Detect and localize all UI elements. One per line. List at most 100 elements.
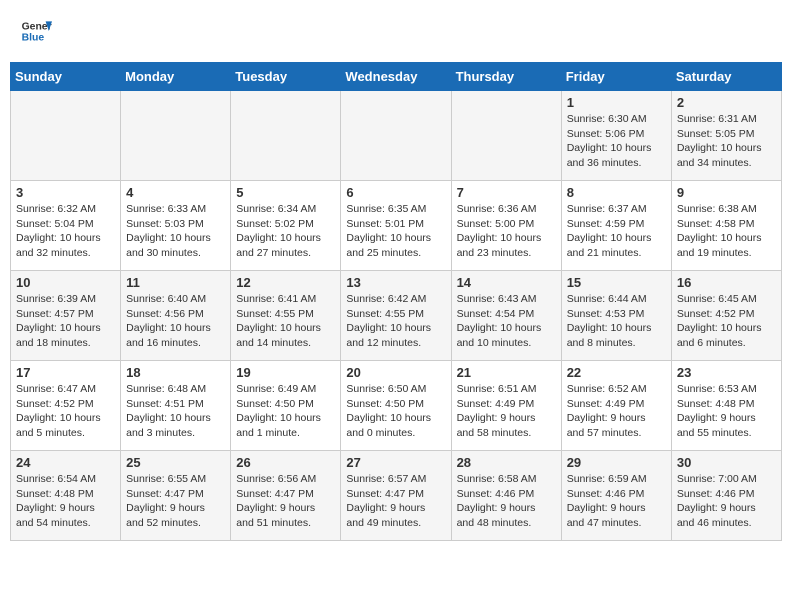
day-number: 19 xyxy=(236,365,335,380)
day-info: Sunrise: 6:51 AM Sunset: 4:49 PM Dayligh… xyxy=(457,382,556,441)
calendar-cell: 20 Sunrise: 6:50 AM Sunset: 4:50 PM Dayli… xyxy=(341,361,451,451)
day-info: Sunrise: 6:53 AM Sunset: 4:48 PM Dayligh… xyxy=(677,382,776,441)
calendar-cell: 25Sunrise: 6:55 AM Sunset: 4:47 PM Dayli… xyxy=(121,451,231,541)
calendar-cell xyxy=(341,91,451,181)
calendar-week-row: 1 Sunrise: 6:30 AM Sunset: 5:06 PM Daylig… xyxy=(11,91,782,181)
day-number: 30 xyxy=(677,455,776,470)
calendar-cell: 28Sunrise: 6:58 AM Sunset: 4:46 PM Dayli… xyxy=(451,451,561,541)
calendar-cell: 12 Sunrise: 6:41 AM Sunset: 4:55 PM Dayli… xyxy=(231,271,341,361)
day-number: 11 xyxy=(126,275,225,290)
calendar-cell: 15 Sunrise: 6:44 AM Sunset: 4:53 PM Dayli… xyxy=(561,271,671,361)
day-number: 3 xyxy=(16,185,115,200)
calendar-cell: 22 Sunrise: 6:52 AM Sunset: 4:49 PM Dayli… xyxy=(561,361,671,451)
calendar-cell: 1 Sunrise: 6:30 AM Sunset: 5:06 PM Daylig… xyxy=(561,91,671,181)
day-info: Sunrise: 6:52 AM Sunset: 4:49 PM Dayligh… xyxy=(567,382,666,441)
day-number: 16 xyxy=(677,275,776,290)
day-number: 6 xyxy=(346,185,445,200)
calendar-cell: 30 Sunrise: 7:00 AM Sunset: 4:46 PM Dayli… xyxy=(671,451,781,541)
calendar-cell xyxy=(11,91,121,181)
calendar-cell: 10Sunrise: 6:39 AM Sunset: 4:57 PM Dayli… xyxy=(11,271,121,361)
svg-text:Blue: Blue xyxy=(22,33,45,44)
day-number: 26 xyxy=(236,455,335,470)
calendar-cell: 21 Sunrise: 6:51 AM Sunset: 4:49 PM Dayli… xyxy=(451,361,561,451)
day-info: Sunrise: 6:34 AM Sunset: 5:02 PM Dayligh… xyxy=(236,202,335,261)
calendar-cell: 6 Sunrise: 6:35 AM Sunset: 5:01 PM Daylig… xyxy=(341,181,451,271)
weekday-header: Wednesday xyxy=(341,63,451,91)
day-number: 8 xyxy=(567,185,666,200)
day-info: Sunrise: 7:00 AM Sunset: 4:46 PM Dayligh… xyxy=(677,472,776,531)
day-info: Sunrise: 6:36 AM Sunset: 5:00 PM Dayligh… xyxy=(457,202,556,261)
calendar-cell: 19 Sunrise: 6:49 AM Sunset: 4:50 PM Dayli… xyxy=(231,361,341,451)
calendar-week-row: 17Sunrise: 6:47 AM Sunset: 4:52 PM Dayli… xyxy=(11,361,782,451)
day-number: 27 xyxy=(346,455,445,470)
day-number: 22 xyxy=(567,365,666,380)
calendar-cell: 11Sunrise: 6:40 AM Sunset: 4:56 PM Dayli… xyxy=(121,271,231,361)
day-info: Sunrise: 6:48 AM Sunset: 4:51 PM Dayligh… xyxy=(126,382,225,441)
day-info: Sunrise: 6:33 AM Sunset: 5:03 PM Dayligh… xyxy=(126,202,225,261)
calendar-cell xyxy=(231,91,341,181)
calendar-week-row: 3 Sunrise: 6:32 AM Sunset: 5:04 PM Daylig… xyxy=(11,181,782,271)
day-number: 18 xyxy=(126,365,225,380)
calendar-week-row: 24 Sunrise: 6:54 AM Sunset: 4:48 PM Dayli… xyxy=(11,451,782,541)
weekday-header: Saturday xyxy=(671,63,781,91)
day-info: Sunrise: 6:54 AM Sunset: 4:48 PM Dayligh… xyxy=(16,472,115,531)
day-number: 13 xyxy=(346,275,445,290)
day-info: Sunrise: 6:38 AM Sunset: 4:58 PM Dayligh… xyxy=(677,202,776,261)
calendar-cell: 2Sunrise: 6:31 AM Sunset: 5:05 PM Daylig… xyxy=(671,91,781,181)
logo: General Blue xyxy=(20,15,52,47)
day-number: 24 xyxy=(16,455,115,470)
weekday-header: Tuesday xyxy=(231,63,341,91)
logo-icon: General Blue xyxy=(20,15,52,47)
day-info: Sunrise: 6:32 AM Sunset: 5:04 PM Dayligh… xyxy=(16,202,115,261)
calendar-cell: 8 Sunrise: 6:37 AM Sunset: 4:59 PM Daylig… xyxy=(561,181,671,271)
page-header: General Blue xyxy=(10,10,782,52)
calendar-week-row: 10Sunrise: 6:39 AM Sunset: 4:57 PM Dayli… xyxy=(11,271,782,361)
weekday-header: Friday xyxy=(561,63,671,91)
day-info: Sunrise: 6:43 AM Sunset: 4:54 PM Dayligh… xyxy=(457,292,556,351)
day-info: Sunrise: 6:30 AM Sunset: 5:06 PM Dayligh… xyxy=(567,112,666,171)
day-number: 1 xyxy=(567,95,666,110)
day-number: 4 xyxy=(126,185,225,200)
weekday-header: Thursday xyxy=(451,63,561,91)
day-number: 15 xyxy=(567,275,666,290)
day-number: 5 xyxy=(236,185,335,200)
day-info: Sunrise: 6:56 AM Sunset: 4:47 PM Dayligh… xyxy=(236,472,335,531)
day-number: 12 xyxy=(236,275,335,290)
calendar-cell: 26 Sunrise: 6:56 AM Sunset: 4:47 PM Dayli… xyxy=(231,451,341,541)
calendar-table: SundayMondayTuesdayWednesdayThursdayFrid… xyxy=(10,62,782,541)
day-number: 21 xyxy=(457,365,556,380)
day-info: Sunrise: 6:39 AM Sunset: 4:57 PM Dayligh… xyxy=(16,292,115,351)
day-info: Sunrise: 6:44 AM Sunset: 4:53 PM Dayligh… xyxy=(567,292,666,351)
day-number: 29 xyxy=(567,455,666,470)
day-number: 2 xyxy=(677,95,776,110)
day-info: Sunrise: 6:55 AM Sunset: 4:47 PM Dayligh… xyxy=(126,472,225,531)
calendar-cell: 29 Sunrise: 6:59 AM Sunset: 4:46 PM Dayli… xyxy=(561,451,671,541)
weekday-header: Sunday xyxy=(11,63,121,91)
calendar-cell: 5 Sunrise: 6:34 AM Sunset: 5:02 PM Daylig… xyxy=(231,181,341,271)
weekday-header-row: SundayMondayTuesdayWednesdayThursdayFrid… xyxy=(11,63,782,91)
day-number: 20 xyxy=(346,365,445,380)
calendar-cell xyxy=(451,91,561,181)
calendar-cell: 18 Sunrise: 6:48 AM Sunset: 4:51 PM Dayli… xyxy=(121,361,231,451)
day-info: Sunrise: 6:45 AM Sunset: 4:52 PM Dayligh… xyxy=(677,292,776,351)
calendar-cell xyxy=(121,91,231,181)
day-number: 23 xyxy=(677,365,776,380)
day-info: Sunrise: 6:35 AM Sunset: 5:01 PM Dayligh… xyxy=(346,202,445,261)
calendar-cell: 24 Sunrise: 6:54 AM Sunset: 4:48 PM Dayli… xyxy=(11,451,121,541)
calendar-cell: 9 Sunrise: 6:38 AM Sunset: 4:58 PM Daylig… xyxy=(671,181,781,271)
calendar-cell: 13 Sunrise: 6:42 AM Sunset: 4:55 PM Dayli… xyxy=(341,271,451,361)
day-info: Sunrise: 6:42 AM Sunset: 4:55 PM Dayligh… xyxy=(346,292,445,351)
day-info: Sunrise: 6:57 AM Sunset: 4:47 PM Dayligh… xyxy=(346,472,445,531)
calendar-cell: 3 Sunrise: 6:32 AM Sunset: 5:04 PM Daylig… xyxy=(11,181,121,271)
day-info: Sunrise: 6:41 AM Sunset: 4:55 PM Dayligh… xyxy=(236,292,335,351)
day-number: 9 xyxy=(677,185,776,200)
day-info: Sunrise: 6:59 AM Sunset: 4:46 PM Dayligh… xyxy=(567,472,666,531)
day-number: 28 xyxy=(457,455,556,470)
calendar-cell: 23 Sunrise: 6:53 AM Sunset: 4:48 PM Dayli… xyxy=(671,361,781,451)
day-info: Sunrise: 6:50 AM Sunset: 4:50 PM Dayligh… xyxy=(346,382,445,441)
calendar-cell: 27 Sunrise: 6:57 AM Sunset: 4:47 PM Dayli… xyxy=(341,451,451,541)
calendar-cell: 17Sunrise: 6:47 AM Sunset: 4:52 PM Dayli… xyxy=(11,361,121,451)
day-info: Sunrise: 6:37 AM Sunset: 4:59 PM Dayligh… xyxy=(567,202,666,261)
day-number: 17 xyxy=(16,365,115,380)
day-info: Sunrise: 6:49 AM Sunset: 4:50 PM Dayligh… xyxy=(236,382,335,441)
